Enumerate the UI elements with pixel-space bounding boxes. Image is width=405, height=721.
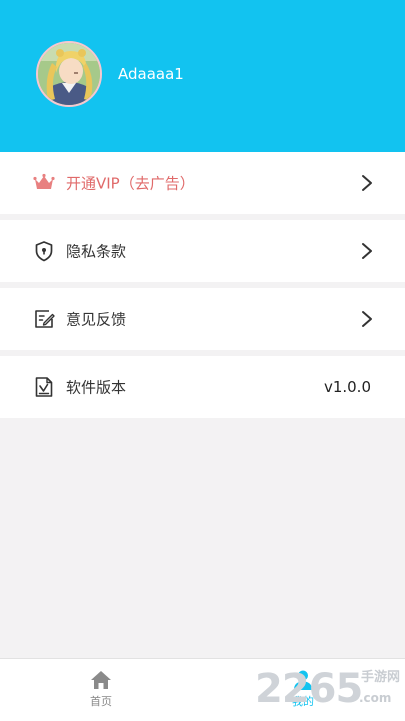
watermark-number: 2265	[255, 666, 363, 712]
avatar[interactable]	[36, 41, 102, 107]
chevron-right-icon	[361, 174, 373, 192]
version-label: 软件版本	[66, 378, 127, 397]
version-row: 软件版本 v1.0.0	[0, 356, 405, 418]
username: Adaaaa1	[118, 65, 184, 83]
privacy-label: 隐私条款	[66, 242, 127, 261]
version-value: v1.0.0	[323, 378, 371, 396]
tab-home[interactable]: 首页	[56, 659, 146, 721]
shield-icon	[33, 240, 55, 262]
chevron-right-icon	[361, 310, 373, 328]
tab-home-label: 首页	[90, 695, 112, 708]
privacy-row[interactable]: 隐私条款	[0, 220, 405, 282]
feedback-edit-icon	[33, 308, 55, 330]
home-icon	[89, 669, 113, 691]
document-check-icon	[33, 376, 55, 398]
crown-icon	[33, 172, 55, 194]
watermark-logo: 2265 手游网 .com	[255, 664, 403, 716]
feedback-row[interactable]: 意见反馈	[0, 288, 405, 350]
chevron-right-icon	[361, 242, 373, 260]
vip-label: 开通VIP（去广告）	[66, 174, 195, 193]
profile-header: Adaaaa1	[0, 0, 405, 152]
vip-row[interactable]: 开通VIP（去广告）	[0, 152, 405, 214]
watermark-url: .com	[359, 691, 392, 705]
avatar-image	[38, 43, 100, 105]
feedback-label: 意见反馈	[66, 310, 127, 329]
watermark-text: 手游网	[361, 670, 401, 685]
